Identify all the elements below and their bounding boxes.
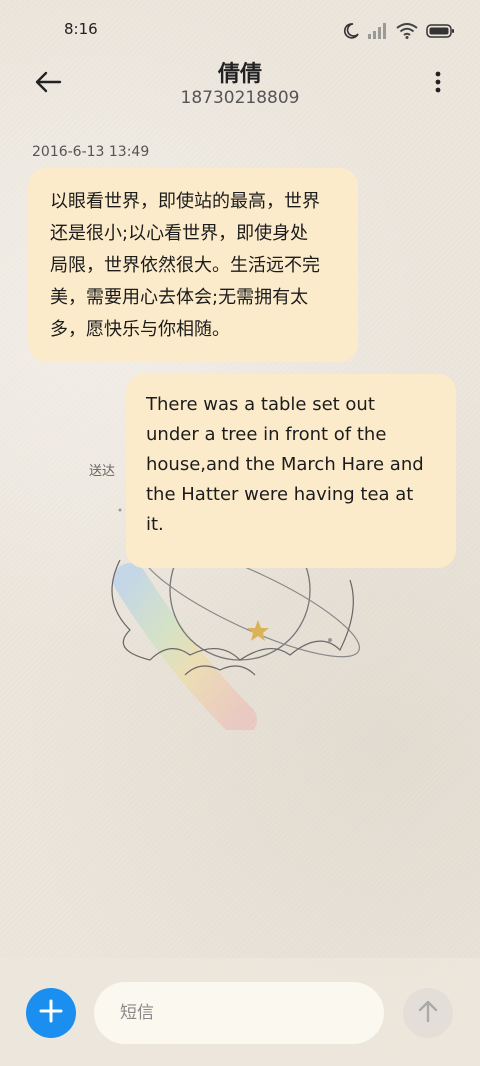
message-timestamp: 2016-6-13 13:49	[32, 144, 150, 160]
message-composer	[0, 958, 480, 1066]
plus-icon	[39, 999, 63, 1027]
message-input[interactable]	[94, 982, 384, 1044]
outgoing-message-bubble[interactable]: There was a table set out under a tree i…	[126, 374, 456, 568]
message-line: under a tree in front of the	[146, 424, 387, 445]
message-line: house,and the March Hare and	[146, 454, 424, 475]
message-line: 美，需要用心去体会;无需拥有太	[50, 287, 309, 308]
status-icons	[342, 20, 454, 42]
more-vertical-icon	[435, 71, 441, 97]
message-line: it.	[146, 514, 164, 535]
signal-icon	[368, 23, 388, 39]
incoming-message-bubble[interactable]: 以眼看世界，即使站的最高，世界 还是很小;以心看世界，即使身处 局限，世界依然很…	[28, 168, 358, 362]
more-options-button[interactable]	[426, 66, 450, 102]
message-line: the Hatter were having tea at	[146, 484, 414, 505]
status-time: 8:16	[64, 20, 98, 38]
contact-name: 倩倩	[217, 62, 262, 87]
message-line: 多，愿快乐与你相随。	[50, 319, 230, 340]
message-line: 以眼看世界，即使站的最高，世界	[50, 191, 320, 212]
battery-icon	[426, 24, 454, 38]
message-line: 局限，世界依然很大。生活远不完	[50, 255, 320, 276]
conversation-header: 倩倩 18730218809	[0, 52, 480, 122]
moon-icon	[342, 22, 360, 40]
send-button[interactable]	[403, 988, 453, 1038]
add-attachment-button[interactable]	[26, 988, 76, 1038]
delivery-status: 送达	[89, 464, 116, 479]
message-line: There was a table set out	[146, 394, 375, 415]
contact-number: 18730218809	[180, 88, 300, 108]
send-arrow-up-icon	[417, 999, 439, 1027]
wifi-icon	[396, 23, 418, 39]
message-line: 还是很小;以心看世界，即使身处	[50, 223, 309, 244]
